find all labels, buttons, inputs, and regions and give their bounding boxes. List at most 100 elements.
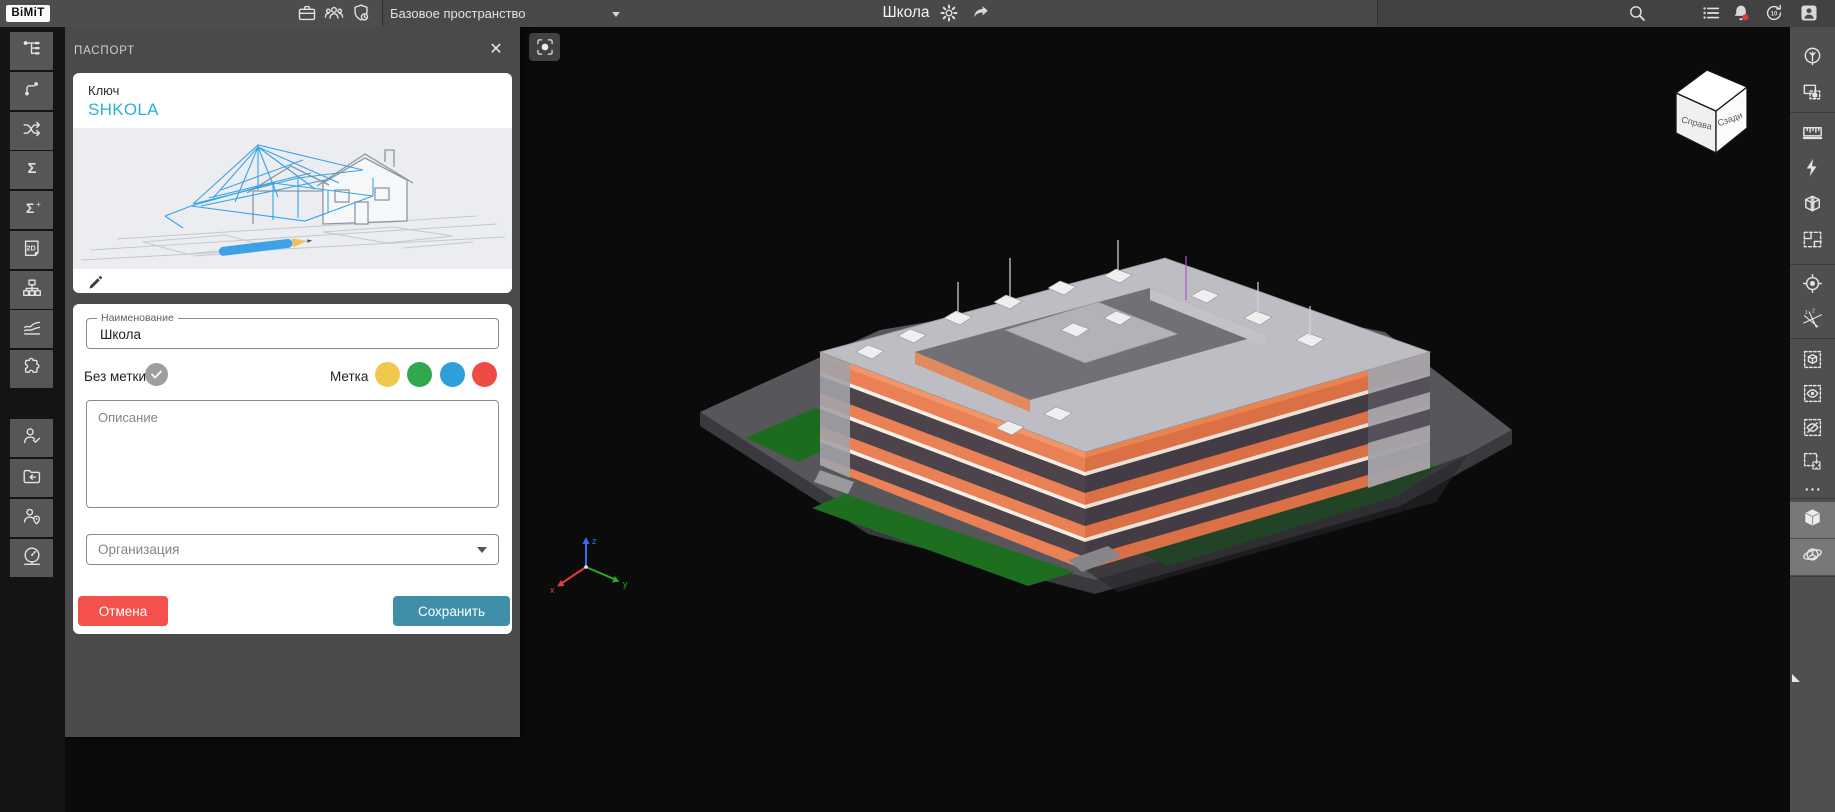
tool-structure-tree[interactable] bbox=[10, 32, 53, 70]
organization-select[interactable]: Организация bbox=[86, 534, 499, 565]
topbar-divider bbox=[382, 0, 383, 27]
save-button[interactable]: Сохранить bbox=[393, 596, 510, 626]
flash-icon bbox=[1801, 156, 1824, 184]
shield-history-icon[interactable] bbox=[350, 2, 372, 24]
name-input[interactable] bbox=[98, 326, 482, 343]
user-location-icon bbox=[21, 505, 43, 532]
svg-text:+: + bbox=[36, 200, 41, 209]
tool-ruler[interactable] bbox=[1790, 116, 1835, 152]
notifications-bell-icon[interactable] bbox=[1730, 2, 1752, 24]
tool-sitemap[interactable] bbox=[10, 271, 53, 309]
right-toolbar: 12 bbox=[1790, 27, 1835, 812]
svg-text:10: 10 bbox=[1771, 11, 1778, 17]
svg-text:2D: 2D bbox=[26, 243, 35, 252]
search-icon[interactable] bbox=[1626, 2, 1648, 24]
tool-focus-target[interactable] bbox=[1790, 268, 1835, 304]
briefcase-icon[interactable] bbox=[296, 2, 318, 24]
axis-z-label: z bbox=[592, 536, 597, 546]
toolbar-divider bbox=[1790, 264, 1835, 265]
history-clock-icon[interactable]: 10 bbox=[1763, 2, 1785, 24]
tool-user-check[interactable] bbox=[10, 419, 53, 457]
sigma-icon: Σ bbox=[21, 157, 43, 184]
edit-thumbnail-pencil-icon[interactable] bbox=[87, 274, 104, 291]
tool-axis-numbers[interactable]: 12 bbox=[1790, 304, 1835, 340]
project-title: Школа bbox=[882, 0, 929, 27]
tool-clear-selection[interactable] bbox=[1790, 446, 1835, 482]
axis-y-label: y bbox=[623, 579, 628, 589]
close-icon[interactable]: ✕ bbox=[485, 39, 507, 61]
tool-nature-tree[interactable] bbox=[1790, 41, 1835, 77]
focus-target-icon bbox=[1801, 272, 1824, 300]
orbit-icon bbox=[1801, 543, 1824, 571]
chevron-down-icon[interactable] bbox=[612, 12, 620, 17]
name-field-label: Наименование bbox=[97, 312, 178, 324]
share-icon[interactable] bbox=[970, 2, 992, 24]
cancel-button[interactable]: Отмена bbox=[78, 596, 168, 626]
toolbar-divider bbox=[1790, 112, 1835, 113]
resize-handle[interactable] bbox=[1792, 674, 1800, 682]
focus-view-button[interactable] bbox=[529, 33, 560, 61]
tool-hide-eye[interactable] bbox=[1790, 412, 1835, 448]
topbar-mid-zone bbox=[382, 0, 1377, 27]
tool-git-branch[interactable] bbox=[10, 72, 53, 110]
tag-color-blue[interactable] bbox=[440, 362, 465, 387]
tag-color-red[interactable] bbox=[472, 362, 497, 387]
git-branch-icon bbox=[21, 78, 43, 105]
tool-isolate-cube[interactable] bbox=[1790, 344, 1835, 380]
tool-2d-sheet[interactable]: 2D bbox=[10, 231, 53, 269]
no-tag-label: Без метки bbox=[84, 369, 146, 384]
nature-tree-icon bbox=[1801, 45, 1824, 73]
key-label: Ключ bbox=[88, 83, 119, 98]
svg-text:Σ: Σ bbox=[27, 161, 36, 177]
clear-selection-icon bbox=[1801, 450, 1824, 478]
floorplan-icon bbox=[1801, 228, 1824, 256]
selection-area-icon bbox=[1801, 81, 1824, 109]
tool-folder-share[interactable] bbox=[10, 459, 53, 497]
account-icon[interactable] bbox=[1798, 2, 1820, 24]
gauge-icon bbox=[21, 545, 43, 572]
name-field[interactable]: Наименование bbox=[86, 318, 499, 349]
workspace-selector[interactable]: Базовое пространство bbox=[390, 0, 526, 27]
svg-text:2: 2 bbox=[1812, 309, 1815, 315]
app-logo[interactable]: BiMiT bbox=[6, 5, 50, 22]
tool-section-cube[interactable] bbox=[1790, 188, 1835, 224]
team-icon[interactable] bbox=[323, 2, 345, 24]
tool-sigma-add[interactable]: Σ+ bbox=[10, 191, 53, 229]
tool-solid-cube[interactable] bbox=[1790, 502, 1835, 538]
svg-text:1: 1 bbox=[1805, 310, 1808, 316]
show-eye-icon bbox=[1801, 382, 1824, 410]
no-tag-check-toggle[interactable] bbox=[145, 363, 168, 386]
hide-eye-icon bbox=[1801, 416, 1824, 444]
axis-numbers-icon: 12 bbox=[1801, 308, 1824, 336]
description-input[interactable] bbox=[87, 401, 498, 507]
gear-icon[interactable] bbox=[938, 2, 960, 24]
tool-puzzle[interactable] bbox=[10, 350, 53, 388]
tool-sigma[interactable]: Σ bbox=[10, 151, 53, 189]
tool-flash[interactable] bbox=[1790, 152, 1835, 188]
section-cube-icon bbox=[1801, 192, 1824, 220]
tool-show-eye[interactable] bbox=[1790, 378, 1835, 414]
tool-gauge[interactable] bbox=[10, 539, 53, 577]
key-value: SHKOLA bbox=[88, 100, 159, 120]
navigation-cube[interactable]: Справа Сзади bbox=[1664, 60, 1760, 164]
tool-user-location[interactable] bbox=[10, 499, 53, 537]
tool-more-dots[interactable] bbox=[1790, 482, 1835, 502]
tag-color-green[interactable] bbox=[407, 362, 432, 387]
tool-orbit[interactable] bbox=[1790, 539, 1835, 575]
tool-shuffle[interactable] bbox=[10, 112, 53, 150]
tag-color-yellow[interactable] bbox=[375, 362, 400, 387]
tool-floorplan[interactable] bbox=[1790, 224, 1835, 260]
passport-panel: ПАСПОРТ ✕ Ключ SHKOLA bbox=[65, 27, 520, 737]
tool-line-chart[interactable] bbox=[10, 310, 53, 348]
ruler-icon bbox=[1801, 120, 1824, 148]
puzzle-icon bbox=[21, 356, 43, 383]
list-menu-icon[interactable] bbox=[1700, 2, 1722, 24]
toolbar-divider bbox=[1790, 338, 1835, 339]
tag-label: Метка bbox=[330, 369, 368, 384]
shuffle-icon bbox=[21, 118, 43, 145]
toolbar-divider bbox=[1790, 498, 1835, 499]
sitemap-icon bbox=[21, 277, 43, 304]
tool-selection-area[interactable] bbox=[1790, 77, 1835, 113]
toolbar-divider bbox=[1790, 576, 1835, 577]
structure-tree-icon bbox=[21, 38, 43, 65]
